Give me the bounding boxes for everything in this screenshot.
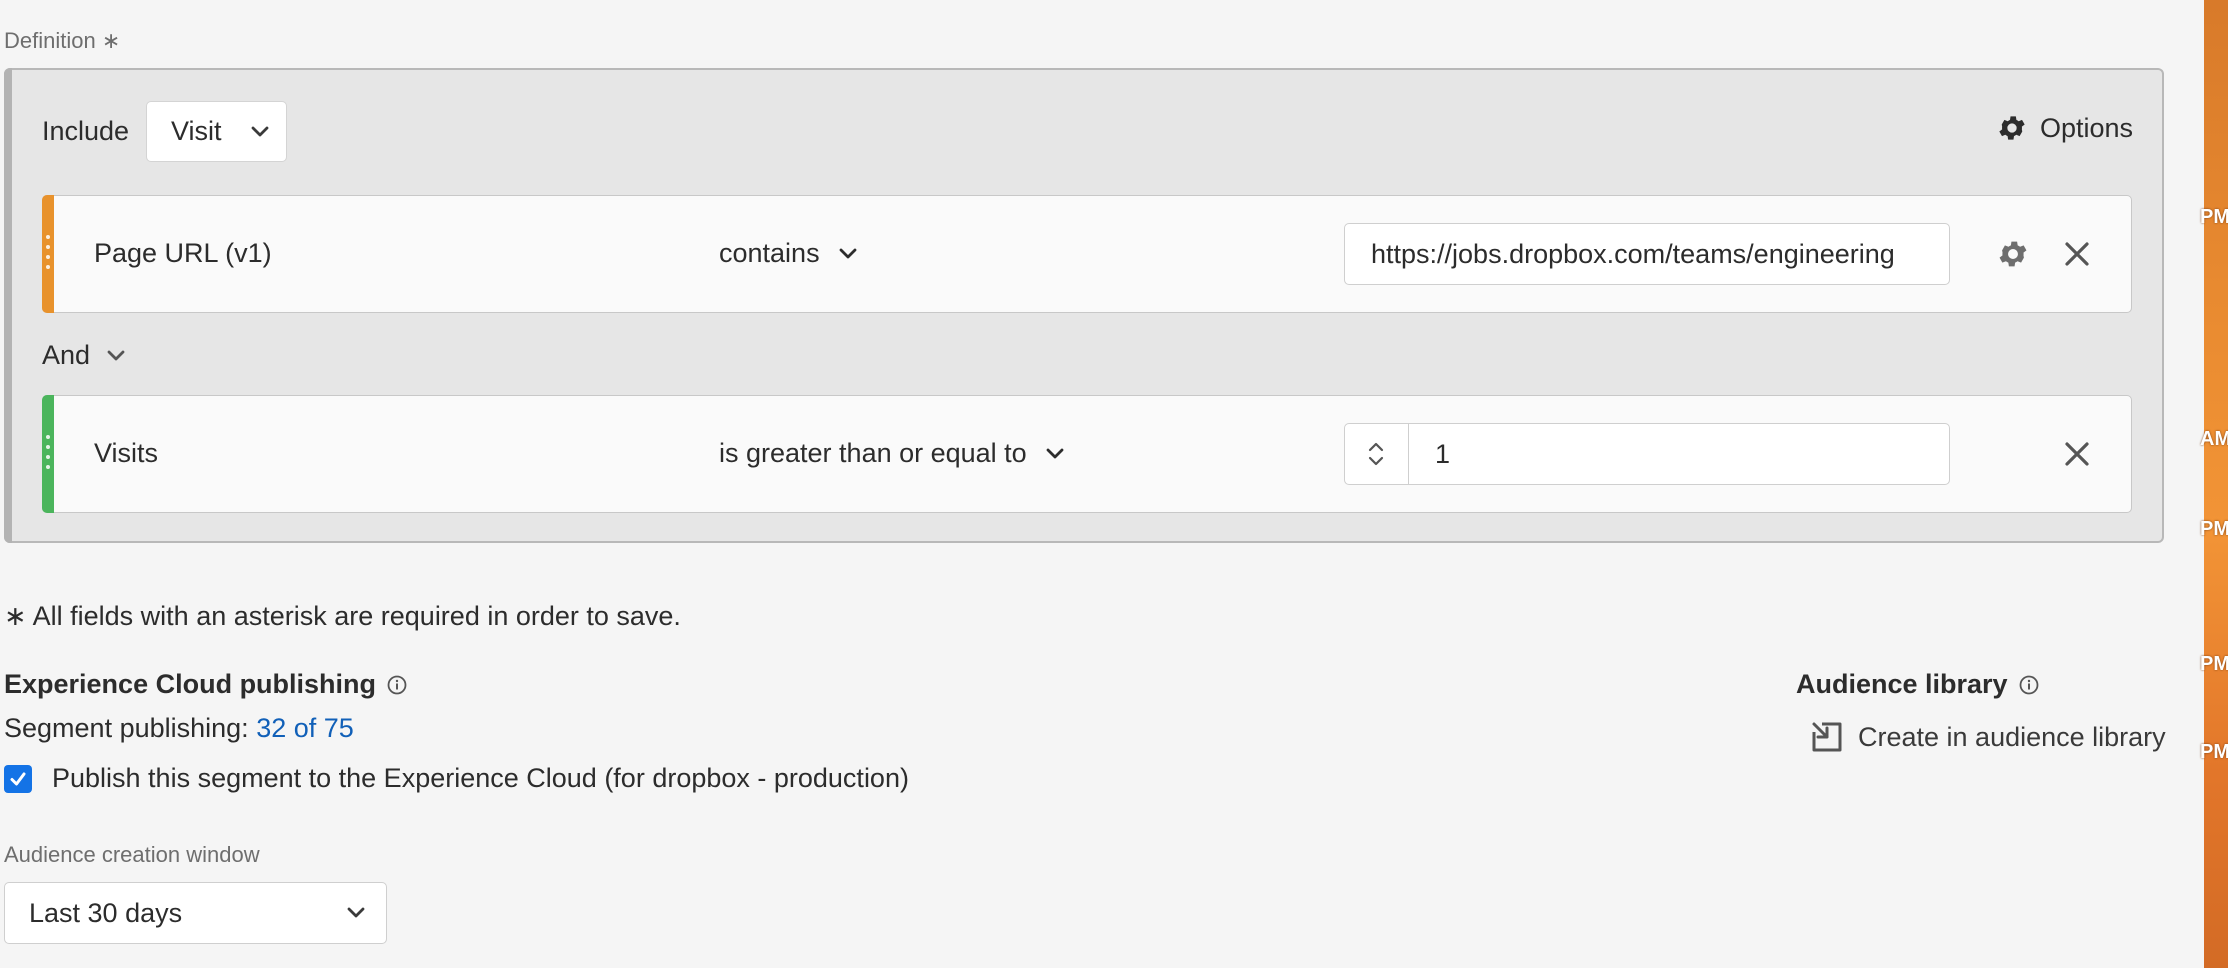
open-in-icon bbox=[1810, 720, 1844, 754]
rule-drag-handle[interactable] bbox=[42, 395, 54, 513]
required-fields-note: ∗ All fields with an asterisk are requir… bbox=[4, 601, 681, 632]
audience-window-value: Last 30 days bbox=[29, 898, 182, 929]
rule-operator-dropdown[interactable]: is greater than or equal to bbox=[719, 438, 1065, 469]
publish-checkbox[interactable] bbox=[4, 765, 32, 793]
rule-dimension-label[interactable]: Page URL (v1) bbox=[94, 238, 272, 269]
chevron-down-icon bbox=[250, 125, 270, 139]
create-in-audience-library-link[interactable]: Create in audience library bbox=[1810, 720, 2166, 754]
container-drag-handle[interactable] bbox=[4, 68, 12, 543]
segment-publishing-row: Segment publishing: 32 of 75 bbox=[4, 713, 354, 744]
rule-metric-label[interactable]: Visits bbox=[94, 438, 158, 469]
background-window-strip bbox=[2204, 0, 2228, 968]
info-icon[interactable] bbox=[2018, 674, 2040, 696]
container-scope-value: Visit bbox=[171, 116, 222, 147]
conjunction-dropdown[interactable]: And bbox=[42, 340, 126, 371]
strip-time-label: PM bbox=[2200, 741, 2228, 764]
grip-dot bbox=[46, 235, 50, 239]
checkmark-icon bbox=[8, 769, 28, 789]
strip-time-label: PM bbox=[2200, 518, 2228, 541]
chevron-down-icon bbox=[346, 906, 366, 920]
grip-dot bbox=[46, 255, 50, 259]
definition-label: Definition ∗ bbox=[4, 28, 120, 54]
grip-dot bbox=[46, 465, 50, 469]
conjunction-value: And bbox=[42, 340, 90, 371]
audience-window-select[interactable]: Last 30 days bbox=[4, 882, 387, 944]
segment-publishing-label: Segment publishing: bbox=[4, 713, 249, 743]
audience-library-title-text: Audience library bbox=[1796, 669, 2008, 700]
chevron-up-icon[interactable] bbox=[1367, 440, 1385, 454]
chevron-down-icon bbox=[1045, 447, 1065, 461]
grip-dot bbox=[46, 445, 50, 449]
rule-operator-dropdown[interactable]: contains bbox=[719, 238, 858, 269]
strip-time-label: PM bbox=[2200, 653, 2228, 676]
segment-publishing-count-link[interactable]: 32 of 75 bbox=[256, 713, 354, 743]
rule-drag-handle[interactable] bbox=[42, 195, 54, 313]
number-stepper-input[interactable]: 1 bbox=[1344, 423, 1950, 485]
rule-settings-gear-icon[interactable] bbox=[1996, 237, 2030, 271]
close-icon[interactable] bbox=[2063, 440, 2091, 468]
grip-dot bbox=[46, 435, 50, 439]
experience-cloud-title: Experience Cloud publishing bbox=[4, 669, 408, 700]
options-label: Options bbox=[2040, 113, 2133, 144]
close-icon[interactable] bbox=[2063, 240, 2091, 268]
grip-dot bbox=[46, 245, 50, 249]
publish-checkbox-label[interactable]: Publish this segment to the Experience C… bbox=[52, 763, 909, 794]
audience-window-label: Audience creation window bbox=[4, 842, 260, 868]
create-in-audience-library-label: Create in audience library bbox=[1858, 722, 2166, 753]
chevron-down-icon[interactable] bbox=[1367, 454, 1385, 468]
grip-dot bbox=[46, 265, 50, 269]
stepper-buttons[interactable] bbox=[1344, 423, 1409, 485]
strip-time-label: PM bbox=[2200, 206, 2228, 229]
operator-value: is greater than or equal to bbox=[719, 438, 1027, 469]
rule-value-text: 1 bbox=[1435, 439, 1450, 470]
info-icon[interactable] bbox=[386, 674, 408, 696]
options-button[interactable]: Options bbox=[1996, 112, 2133, 144]
grip-dot bbox=[46, 455, 50, 459]
container-scope-dropdown[interactable]: Visit bbox=[146, 101, 287, 162]
gear-icon bbox=[1996, 112, 2028, 144]
strip-time-label: AM bbox=[2200, 428, 2228, 451]
rule-value-text: https://jobs.dropbox.com/teams/engineeri… bbox=[1371, 239, 1895, 270]
experience-cloud-title-text: Experience Cloud publishing bbox=[4, 669, 376, 700]
rule-value-input[interactable]: https://jobs.dropbox.com/teams/engineeri… bbox=[1344, 223, 1950, 285]
publish-checkbox-row[interactable]: Publish this segment to the Experience C… bbox=[4, 763, 909, 794]
operator-value: contains bbox=[719, 238, 820, 269]
chevron-down-icon bbox=[838, 247, 858, 261]
chevron-down-icon bbox=[106, 349, 126, 363]
audience-library-title: Audience library bbox=[1796, 669, 2040, 700]
include-label: Include bbox=[42, 116, 129, 147]
